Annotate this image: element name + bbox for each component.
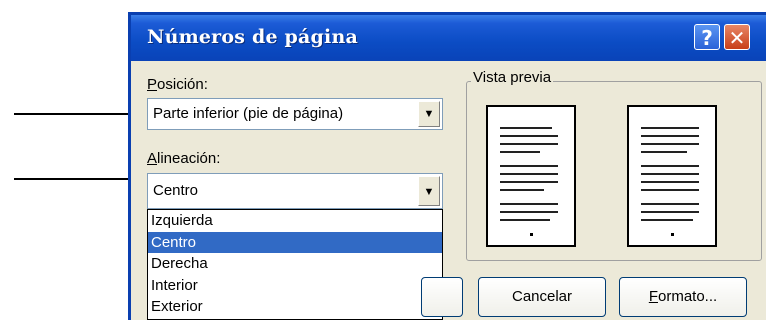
list-item[interactable]: Derecha xyxy=(148,253,442,275)
preview-label: Vista previa xyxy=(471,69,554,86)
preview-page-left xyxy=(486,105,576,247)
position-value: Parte inferior (pie de página) xyxy=(153,105,344,122)
format-accelerator: F xyxy=(648,288,658,305)
alignment-value: Centro xyxy=(153,182,199,199)
alignment-label: Alineación: xyxy=(147,150,221,167)
format-button-rest: ormato... xyxy=(657,288,718,305)
alignment-select[interactable]: Centro ▼ xyxy=(147,173,443,209)
list-item[interactable]: Izquierda xyxy=(148,210,442,232)
list-item[interactable]: Exterior xyxy=(148,296,442,318)
position-label: Posición: xyxy=(147,76,208,93)
dropdown-arrow-icon[interactable]: ▼ xyxy=(418,176,440,206)
alignment-options-list[interactable]: Izquierda Centro Derecha Interior Exteri… xyxy=(147,209,443,320)
page-numbers-dialog: Números de página ? ✕ Posición: Parte in… xyxy=(128,12,766,320)
annotation-arrow-alignment xyxy=(14,178,138,180)
position-select[interactable]: Parte inferior (pie de página) ▼ xyxy=(147,98,443,130)
ok-button[interactable] xyxy=(421,277,463,317)
close-icon[interactable]: ✕ xyxy=(724,24,750,50)
help-icon[interactable]: ? xyxy=(694,24,720,50)
list-item-selected[interactable]: Centro xyxy=(148,231,442,254)
title-bar[interactable]: Números de página ? ✕ xyxy=(131,15,766,61)
format-button[interactable]: Formato... xyxy=(619,277,747,317)
preview-page-right xyxy=(627,105,717,247)
cancel-button[interactable]: Cancelar xyxy=(478,277,606,317)
list-item[interactable]: Interior xyxy=(148,275,442,297)
annotation-arrow-position xyxy=(14,113,132,115)
dialog-title: Números de página xyxy=(147,26,358,48)
dropdown-arrow-icon[interactable]: ▼ xyxy=(418,101,440,127)
